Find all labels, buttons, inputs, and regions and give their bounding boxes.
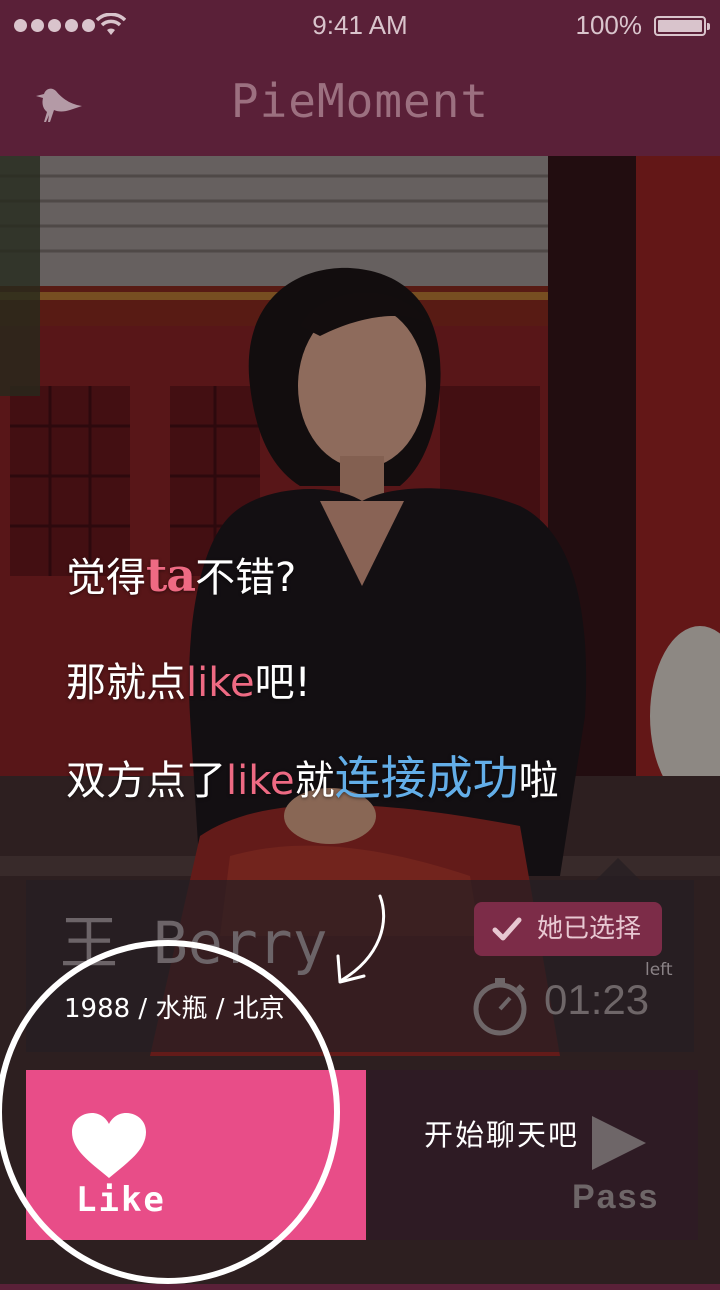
pass-button[interactable]: Pass [368,1070,698,1240]
caption-like: like [226,758,295,804]
pass-label: Pass [572,1178,660,1216]
caption-text: 不错? [195,555,297,601]
battery-icon [654,16,710,36]
caption-text: 双方点了 [66,758,226,804]
countdown-timer: 01:23 [544,976,650,1023]
caption-line-1: 觉得ta不错? [66,545,296,603]
caption-text: 就 [294,758,335,804]
caption-text: 吧! [254,660,311,706]
timer-left-label: left [645,960,673,980]
selected-badge-label: 她已选择 [537,914,642,944]
selected-badge: 她已选择 [474,902,662,956]
caption-success: 连接成功 [334,751,519,805]
check-icon [492,917,522,941]
bottom-strip [0,1284,720,1290]
caption-like: like [186,660,255,706]
nav-bar: PieMoment [0,52,720,156]
stopwatch-icon [473,978,527,1036]
play-arrow-icon [592,1116,646,1170]
caption-text: 觉得 [66,555,146,601]
chat-hint: 开始聊天吧 [424,1118,580,1152]
status-bar: 9:41 AM 100% [0,0,720,52]
hint-arrow-icon [336,894,386,984]
caption-text: 那就点 [66,660,186,706]
app-title: PieMoment [230,74,490,128]
card-notch [596,858,640,880]
caption-line-2: 那就点like吧! [66,650,311,708]
caption-line-3: 双方点了like就连接成功啦 [66,742,559,808]
battery-percentage: 100% [575,10,643,40]
caption-ta: ta [146,548,196,602]
highlight-circle [0,940,340,1284]
caption-text: 啦 [518,758,559,804]
